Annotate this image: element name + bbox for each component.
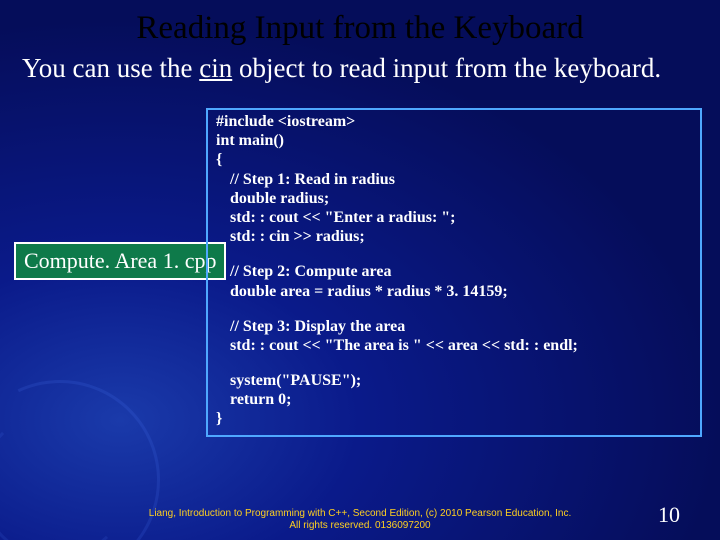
code-line: std: : cin >> radius; xyxy=(216,227,694,246)
code-blank xyxy=(216,246,694,262)
file-name-box: Compute. Area 1. cpp xyxy=(14,242,226,280)
footer-citation: Liang, Introduction to Programming with … xyxy=(0,508,720,532)
code-line: // Step 3: Display the area xyxy=(216,317,694,336)
code-blank xyxy=(216,301,694,317)
code-line: double radius; xyxy=(216,189,694,208)
code-line: system("PAUSE"); xyxy=(216,371,694,390)
footer-line2: All rights reserved. 0136097200 xyxy=(0,520,720,532)
code-line: int main() xyxy=(216,131,694,150)
code-line: std: : cout << "The area is " << area <<… xyxy=(216,336,694,355)
intro-pre: You can use the xyxy=(22,53,199,83)
file-name-label: Compute. Area 1. cpp xyxy=(24,248,216,273)
code-line: } xyxy=(216,409,694,428)
code-line: std: : cout << "Enter a radius: "; xyxy=(216,208,694,227)
footer-line1: Liang, Introduction to Programming with … xyxy=(0,508,720,520)
code-line: { xyxy=(216,150,694,169)
code-line: #include <iostream> xyxy=(216,112,694,131)
code-line: // Step 1: Read in radius xyxy=(216,170,694,189)
code-box: #include <iostream> int main() { // Step… xyxy=(206,108,702,437)
code-line: double area = radius * radius * 3. 14159… xyxy=(216,282,694,301)
code-line: // Step 2: Compute area xyxy=(216,262,694,281)
intro-text: You can use the cin object to read input… xyxy=(0,47,720,84)
intro-keyword: cin xyxy=(199,53,232,83)
code-line: return 0; xyxy=(216,390,694,409)
page-number: 10 xyxy=(658,502,680,528)
intro-post: object to read input from the keyboard. xyxy=(232,53,661,83)
code-blank xyxy=(216,355,694,371)
slide-title: Reading Input from the Keyboard xyxy=(0,0,720,47)
